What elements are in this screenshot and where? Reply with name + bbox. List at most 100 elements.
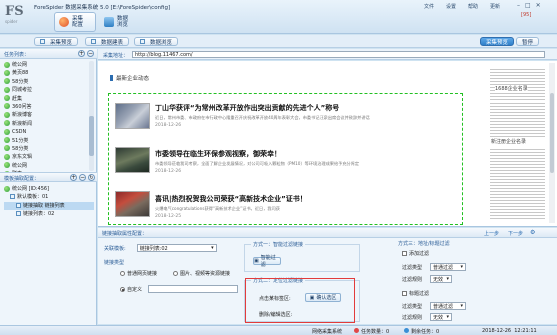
scrollbar-thumb[interactable]: [89, 116, 94, 156]
tree-add-icon[interactable]: +: [70, 174, 77, 181]
checkbox-icon: [402, 251, 407, 256]
directory-block: [490, 147, 545, 221]
tree-remove-icon[interactable]: −: [79, 174, 86, 181]
template-icon: [10, 194, 15, 200]
list-item[interactable]: 黄页88: [4, 69, 84, 77]
list-item[interactable]: 京东文辑: [4, 153, 84, 161]
news-title[interactable]: 市委领导在临生环保参观视察，御荣幸！: [155, 149, 281, 159]
section-marker-icon: [110, 75, 113, 81]
title-filter-rule-row: 过滤规则 无效 ▾: [402, 313, 453, 321]
news-date: 2018-12-26: [155, 169, 182, 174]
assoc-template-row: 关联模板: 链接列表:02 ▾: [104, 244, 217, 252]
smart-filter-button[interactable]: ▣ 智能过滤: [253, 255, 281, 268]
news-image[interactable]: [115, 103, 150, 129]
assoc-template-select[interactable]: 链接列表:02 ▾: [136, 244, 217, 252]
data-browse-button[interactable]: 数据浏览: [134, 37, 179, 46]
news-summary: 火爆电气congratulations获得“高新技术企业”证书，近日，我司获: [155, 206, 280, 211]
close-icon[interactable]: ✕: [536, 2, 541, 9]
directory-label-1: 1688企业名录: [495, 85, 528, 92]
list-item[interactable]: 58分类: [4, 145, 84, 153]
task-list-title: 任务列表：: [4, 52, 30, 58]
globe-icon: [4, 145, 10, 152]
list-item[interactable]: 统公网: [4, 162, 84, 170]
add-filter-checkbox[interactable]: 添加过滤: [402, 250, 429, 257]
link-type-option-resource[interactable]: 图片、视频等资源链接: [173, 270, 230, 277]
tree-node-link-list[interactable]: 链接列表：02: [4, 210, 94, 218]
address-value: http://blog.11467.com/: [135, 52, 193, 58]
task-list: 统公网 黄页88 58分类 同城考拉 赶集 360问答 新浪博客 新浪新闻 CS…: [4, 61, 84, 178]
collect-preview-label: 采集预览: [50, 39, 73, 46]
method3-title: 方式三：地址/标题过滤: [398, 241, 450, 247]
address-input[interactable]: http://blog.11467.com/: [132, 51, 545, 58]
status-text: 网络采集系统: [312, 329, 343, 335]
filter-type-row: 过滤类型 普通过滤 ▾: [402, 263, 467, 271]
filter-rule-row: 过滤规则 无效 ▾: [402, 275, 453, 283]
tree-refresh-icon[interactable]: ↻: [88, 174, 95, 181]
collect-preview-button[interactable]: 采集预览: [34, 37, 79, 46]
globe-icon: [4, 137, 10, 144]
prev-step-link[interactable]: 上一步: [484, 230, 499, 237]
task-list-scrollbar[interactable]: [89, 61, 94, 171]
title-filter-checkbox[interactable]: 标题过滤: [402, 290, 429, 297]
tab-config[interactable]: 采集 配置: [54, 12, 96, 32]
config-header: 链接抽取属性配置： 上一步 下一步 ⚙: [98, 228, 557, 238]
menu-settings[interactable]: 设置: [446, 3, 456, 10]
queue-icon: [404, 328, 409, 333]
menu-file[interactable]: 文件: [424, 3, 434, 10]
list-item[interactable]: 统公网: [4, 61, 84, 69]
globe-icon: [4, 111, 10, 118]
tab-data-browse[interactable]: 数据 浏览: [100, 12, 142, 32]
confirm-area-button[interactable]: ▣ 确认选区: [305, 293, 341, 302]
browser-scrollbar[interactable]: [549, 63, 555, 223]
pause-button[interactable]: 暂停: [516, 37, 540, 46]
tab-config-label: 采集 配置: [72, 16, 84, 28]
tree-node-root[interactable]: 统公网 [ID:456]: [4, 185, 94, 193]
toolbar: 采集预览 数据建表 数据浏览 采集预览 暂停: [0, 35, 557, 48]
right-preview-button[interactable]: 采集预览: [480, 37, 515, 46]
filter-rule-select[interactable]: 无效 ▾: [430, 275, 453, 283]
remove-task-icon[interactable]: −: [87, 50, 94, 57]
link-tree: 统公网 [ID:456] 默认模板：01 链接抽取 链接列表 链接列表：02: [4, 185, 94, 219]
list-item[interactable]: 51分类: [4, 137, 84, 145]
list-item[interactable]: CSDN: [4, 128, 84, 136]
right-preview-label: 采集预览: [486, 39, 509, 46]
window-title: ForeSpider 数据采集系统 5.0 [E:\ForeSpider\con…: [34, 5, 171, 11]
radio-icon: [120, 271, 125, 276]
scrollbar-thumb[interactable]: [550, 93, 554, 173]
section-header: 最新企业动态: [110, 74, 149, 82]
globe-icon: [4, 153, 10, 160]
add-task-icon[interactable]: +: [78, 50, 85, 57]
news-title[interactable]: 丁山华获评“为常州改革开放作出突出贡献的先进个人”称号: [155, 103, 339, 113]
globe-icon: [4, 61, 10, 68]
news-title[interactable]: 喜讯|热烈祝贺我公司荣获“高新技术企业”证书！: [155, 194, 307, 204]
link-type-option-custom[interactable]: 自定义: [120, 286, 142, 293]
news-image[interactable]: [115, 191, 150, 217]
tree-node-template[interactable]: 默认模板：01: [4, 193, 94, 201]
link-type-option-normal[interactable]: 普通网页链接: [120, 270, 157, 277]
custom-link-type-input[interactable]: [148, 285, 238, 293]
data-table-button[interactable]: 数据建表: [85, 37, 130, 46]
list-item[interactable]: 58分类: [4, 78, 84, 86]
maximize-icon[interactable]: □: [525, 2, 531, 9]
table-icon: [91, 39, 96, 44]
list-item[interactable]: 360问答: [4, 103, 84, 111]
settings-icon[interactable]: ⚙: [530, 229, 535, 236]
title-filter-type-row: 过滤类型 普通过滤 ▾: [402, 302, 467, 310]
filter-type-select[interactable]: 普通过滤 ▾: [430, 263, 467, 271]
title-filter-rule-select[interactable]: 无效 ▾: [430, 313, 453, 321]
list-item[interactable]: 同城考拉: [4, 86, 84, 94]
tree-node-link-extract[interactable]: 链接抽取 链接列表: [4, 201, 94, 211]
news-image[interactable]: [115, 147, 150, 173]
next-step-link[interactable]: 下一步: [508, 230, 523, 237]
window-controls: – □ ✕: [517, 2, 541, 9]
list-item[interactable]: 新浪新闻: [4, 120, 84, 128]
list-item[interactable]: 赶集: [4, 95, 84, 103]
section-title: 最新企业动态: [116, 76, 150, 82]
menu-update[interactable]: 更新: [490, 3, 500, 10]
list-item[interactable]: 新浪博客: [4, 111, 84, 119]
title-filter-type-select[interactable]: 普通过滤 ▾: [430, 302, 467, 310]
minimize-icon[interactable]: –: [517, 2, 520, 9]
globe-icon: [4, 78, 10, 85]
menu-bar: 文件 设置 帮助 更新: [424, 3, 500, 10]
menu-help[interactable]: 帮助: [468, 3, 478, 10]
